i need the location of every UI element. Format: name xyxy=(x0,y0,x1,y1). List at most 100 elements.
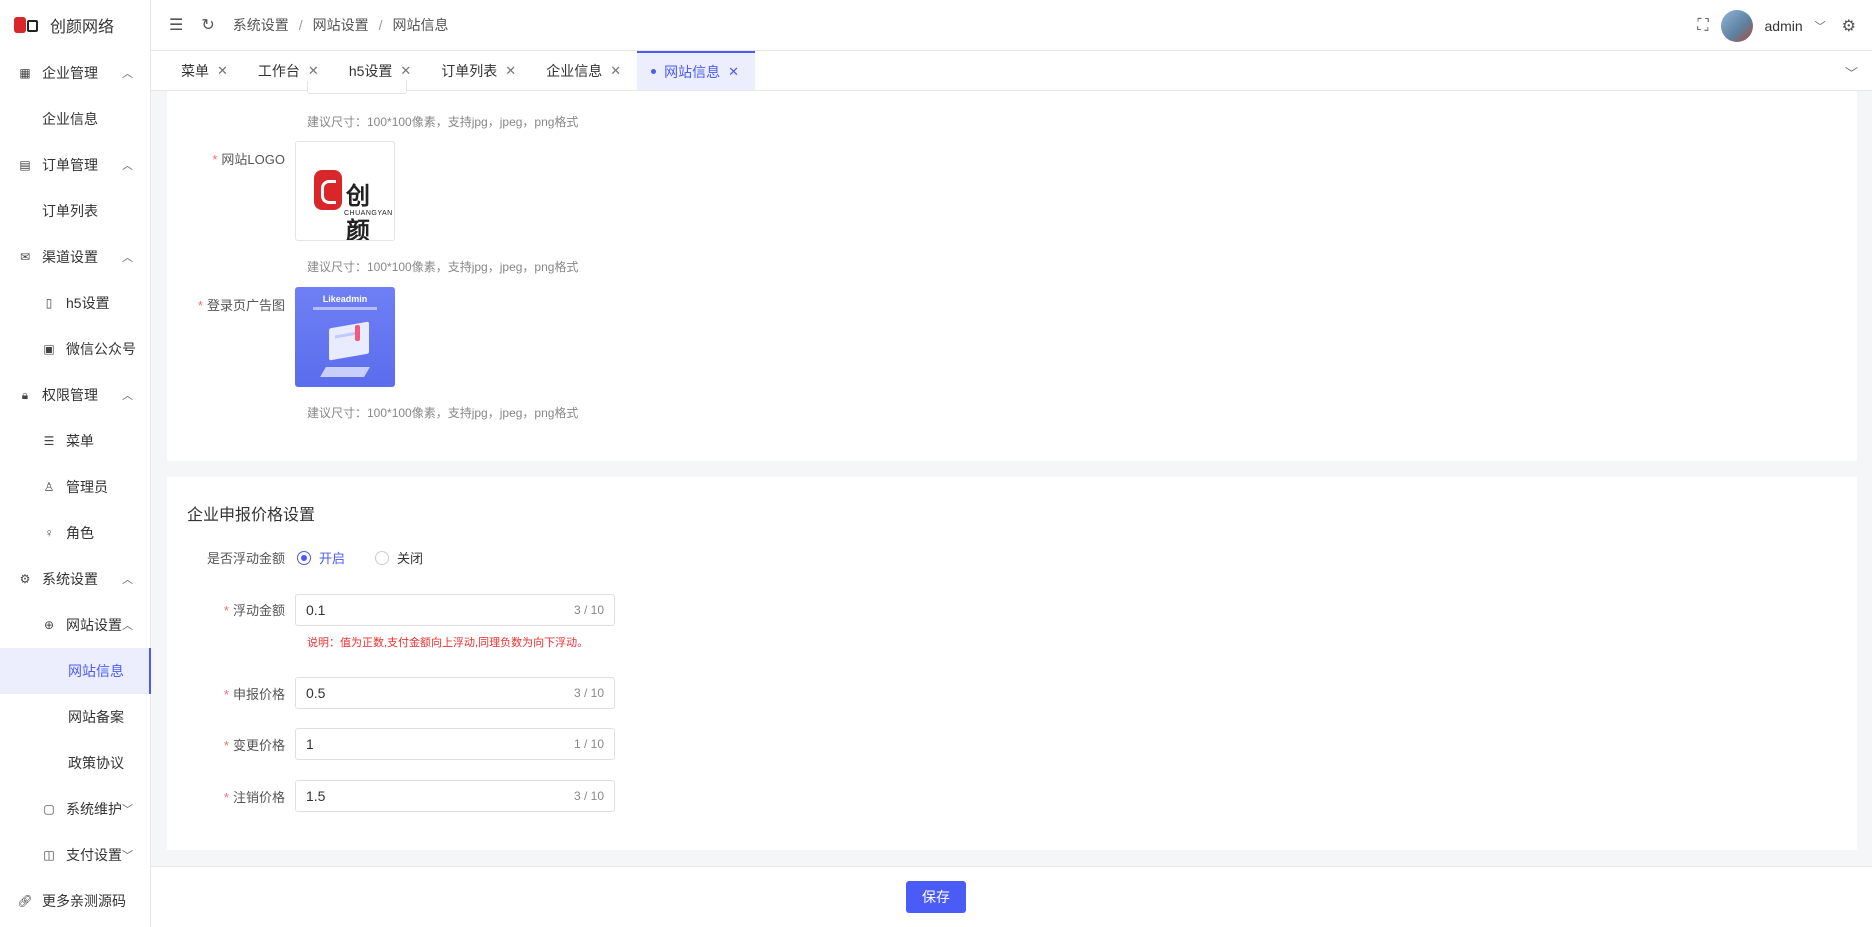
header-right: ⛶ admin ﹀ ⚙ xyxy=(1697,0,1856,51)
sidebar-item-admins[interactable]: ♙ 管理员 xyxy=(0,464,150,510)
sidebar-item-h5[interactable]: ▯ h5设置 xyxy=(0,280,150,326)
float-amount-note: 说明：值为正数,支付金额向上浮动,同理负数为向下浮动。 xyxy=(307,637,589,649)
close-icon[interactable]: ✕ xyxy=(308,63,319,79)
chevron-down-icon[interactable]: ﹀ xyxy=(1845,63,1858,82)
chevron-up-icon: ︿ xyxy=(122,68,133,80)
sidebar-item-wechat[interactable]: ▣ 微信公众号 xyxy=(0,326,150,372)
logo-text: 创颜 xyxy=(346,181,370,241)
tab-label: 网站信息 xyxy=(664,63,721,80)
chevron-down-icon[interactable]: ﹀ xyxy=(1815,18,1826,34)
sidebar-item-label: 企业信息 xyxy=(42,111,98,127)
sidebar-item-more-source[interactable]: 🔗︎ 更多亲测源码 xyxy=(0,878,150,924)
close-icon[interactable]: ✕ xyxy=(728,64,739,80)
sidebar-item-maintenance[interactable]: ▢ 系统维护 ﹀ xyxy=(0,786,150,832)
tab-bar: 菜单 ✕ 工作台 ✕ h5设置 ✕ 订单列表 ✕ 企业信息 ✕ 网站信息 ✕ ﹀ xyxy=(151,51,1872,91)
breadcrumb-item: 网站信息 xyxy=(392,17,449,33)
tab-order-list[interactable]: 订单列表 ✕ xyxy=(427,51,532,90)
float-amount-label: * 浮动金额 xyxy=(167,600,297,619)
chevron-up-icon: ︿ xyxy=(122,620,133,632)
sidebar-item-website-info[interactable]: 网站信息 xyxy=(0,648,151,694)
upload-hint: 建议尺寸：100*100像素，支持jpg，jpeg，png格式 xyxy=(307,260,579,274)
sidebar-item-label: 网站信息 xyxy=(68,663,124,679)
fullscreen-icon[interactable]: ⛶ xyxy=(1697,17,1708,35)
sidebar-item-permissions[interactable]: 🔒︎ 权限管理 ︿ xyxy=(0,372,150,418)
favicon-upload[interactable] xyxy=(307,81,407,94)
sidebar-item-channels[interactable]: ✉ 渠道设置 ︿ xyxy=(0,234,150,280)
radio-off[interactable]: 关闭 xyxy=(375,548,423,567)
lock-icon: 🔒︎ xyxy=(21,387,29,402)
sidebar-item-payment[interactable]: ◫ 支付设置 ﹀ xyxy=(0,832,150,878)
declare-price-input[interactable]: 0.5 3 / 10 xyxy=(295,677,615,709)
sidebar-item-system[interactable]: ⚙ 系统设置 ︿ xyxy=(0,556,150,602)
sidebar-item-roles[interactable]: ♀ 角色 xyxy=(0,510,150,556)
sidebar-item-label: 更多亲测源码 xyxy=(42,893,126,909)
phone-icon: ▯ xyxy=(45,296,53,310)
login-ad-upload[interactable]: Likeadmin xyxy=(295,287,395,387)
sidebar-item-label: 角色 xyxy=(66,525,94,541)
close-icon[interactable]: ✕ xyxy=(610,63,621,79)
sidebar-item-menu[interactable]: ☰ 菜单 xyxy=(0,418,150,464)
required-mark: * xyxy=(223,602,229,618)
logo-label: * 网站LOGO xyxy=(167,149,297,241)
tab-label: h5设置 xyxy=(348,62,393,79)
breadcrumb-item[interactable]: 系统设置 xyxy=(233,15,289,35)
ad-label-text: 登录页广告图 xyxy=(206,298,285,313)
change-price-row: * 变更价格 1 1 / 10 xyxy=(167,728,615,760)
ad-row: * 登录页广告图 Likeadmin xyxy=(167,287,395,387)
tab-menu[interactable]: 菜单 ✕ xyxy=(167,51,244,90)
sliders-icon: ☰ xyxy=(43,434,55,448)
chevron-up-icon: ︿ xyxy=(122,390,133,402)
close-icon[interactable]: ✕ xyxy=(217,63,228,79)
field-label-text: 申报价格 xyxy=(232,686,285,702)
username[interactable]: admin xyxy=(1765,18,1803,34)
sidebar-item-label: 订单列表 xyxy=(42,203,98,219)
sidebar-item-policy[interactable]: 政策协议 xyxy=(0,740,150,786)
brand[interactable]: 创颜网络 xyxy=(0,0,150,50)
declare-price-label: * 申报价格 xyxy=(167,684,297,703)
input-value: 1 xyxy=(306,736,314,752)
breadcrumb-separator: / xyxy=(378,17,383,33)
monitor-icon: ▢ xyxy=(43,802,55,816)
cancel-price-input[interactable]: 1.5 3 / 10 xyxy=(295,780,615,812)
sidebar: 创颜网络 ▦ 企业管理 ︿ 企业信息 ▤ 订单管理 ︿ 订单列表 ✉ 渠道设置 ︿ ▯ h5设… xyxy=(0,0,151,927)
logo-upload[interactable]: 创颜 CHUANGYAN xyxy=(295,141,395,241)
radio-on[interactable]: 开启 xyxy=(297,548,345,567)
price-settings-card: 企业申报价格设置 是否浮动金额 开启 关闭 * 浮动金额 0.1 3 / 10 说明… xyxy=(167,477,1857,850)
ad-image-title: Likeadmin xyxy=(322,294,368,304)
collapse-menu-icon[interactable]: ☰ xyxy=(169,15,183,35)
sidebar-item-label: 系统设置 xyxy=(42,571,98,587)
sidebar-item-orders[interactable]: ▤ 订单管理 ︿ xyxy=(0,142,150,188)
change-price-input[interactable]: 1 1 / 10 xyxy=(295,728,615,760)
close-icon[interactable]: ✕ xyxy=(400,63,411,79)
tab-company-info[interactable]: 企业信息 ✕ xyxy=(532,51,637,90)
chevron-down-icon: ﹀ xyxy=(122,850,133,862)
sidebar-item-label: 权限管理 xyxy=(42,387,98,403)
breadcrumb-separator: / xyxy=(298,17,303,33)
radio-label: 开启 xyxy=(319,551,346,566)
save-button[interactable]: 保存 xyxy=(906,881,966,913)
sidebar-item-website-settings[interactable]: ⊕ 网站设置 ︿ xyxy=(0,602,150,648)
avatar[interactable] xyxy=(1720,9,1753,42)
top-header: ☰ ↻ 系统设置 / 网站设置 / 网站信息 ⛶ admin ﹀ ⚙ xyxy=(151,0,1872,51)
sidebar-item-label: 管理员 xyxy=(66,479,108,495)
float-amount-input[interactable]: 0.1 3 / 10 xyxy=(295,594,615,626)
close-icon[interactable]: ✕ xyxy=(505,63,516,79)
sidebar-item-order-list[interactable]: 订单列表 xyxy=(0,188,150,234)
breadcrumb-item[interactable]: 网站设置 xyxy=(313,15,369,35)
tab-label: 菜单 xyxy=(181,62,209,79)
upload-hint: 建议尺寸：100*100像素，支持jpg，jpeg，png格式 xyxy=(307,115,579,129)
bulb-icon: ♀ xyxy=(44,526,54,540)
refresh-icon[interactable]: ↻ xyxy=(201,15,214,35)
building-icon: ▦ xyxy=(19,66,31,80)
sidebar-item-company-info[interactable]: 企业信息 xyxy=(0,96,150,142)
tab-label: 订单列表 xyxy=(441,62,498,79)
required-mark: * xyxy=(223,737,229,753)
sidebar-item-label: h5设置 xyxy=(66,295,110,311)
sidebar-item-website-filing[interactable]: 网站备案 xyxy=(0,694,150,740)
cancel-price-row: * 注销价格 1.5 3 / 10 xyxy=(167,780,615,812)
sidebar-item-company[interactable]: ▦ 企业管理 ︿ xyxy=(0,50,150,96)
char-counter: 3 / 10 xyxy=(573,603,604,617)
required-mark: * xyxy=(223,789,229,805)
tab-website-info[interactable]: 网站信息 ✕ xyxy=(637,51,756,90)
settings-gear-icon[interactable]: ⚙ xyxy=(1842,16,1856,36)
